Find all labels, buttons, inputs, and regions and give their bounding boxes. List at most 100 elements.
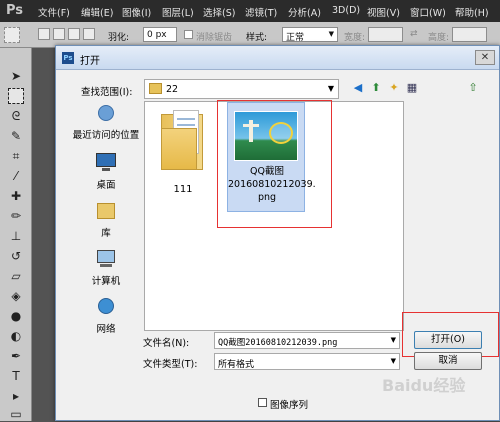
filetype-label: 文件类型(T): — [143, 359, 198, 370]
cancel-button[interactable]: 取消 — [414, 352, 482, 370]
feather-label: 羽化: — [108, 33, 130, 43]
menu-bar: Ps 文件(F) 编辑(E) 图像(I) 图层(L) 选择(S) 滤镜(T) 分… — [0, 0, 500, 22]
menu-file[interactable]: 文件(F) — [38, 5, 70, 19]
swap-icon[interactable]: ⇄ — [410, 29, 418, 39]
type-tool-icon[interactable]: T — [8, 368, 24, 384]
place-desktop[interactable]: 桌面 — [66, 153, 146, 191]
photoshop-icon: Ps — [62, 52, 74, 64]
width-input[interactable] — [368, 27, 403, 42]
style-select[interactable]: 正常 ▼ — [282, 27, 338, 43]
quick-select-tool-icon[interactable]: ✎ — [8, 128, 24, 144]
filename-label: 文件名(N): — [143, 338, 190, 349]
image-sequence-label: 图像序列 — [270, 400, 309, 411]
antialias-checkbox[interactable] — [184, 30, 193, 39]
eyedropper-tool-icon[interactable]: ⁄ — [8, 168, 24, 184]
place-recent[interactable]: 最近访问的位置 — [66, 103, 146, 141]
up-folder-icon[interactable]: ⬆ — [369, 81, 383, 95]
new-folder-icon[interactable]: ✦ — [387, 81, 401, 95]
back-icon[interactable]: ◀ — [351, 81, 365, 95]
clone-stamp-tool-icon[interactable]: ⊥ — [8, 228, 24, 244]
open-button[interactable]: 打开(O) — [414, 331, 482, 349]
feather-input[interactable]: 0 px — [143, 27, 177, 42]
file-name: 111 — [173, 184, 193, 195]
menu-view[interactable]: 视图(V) — [367, 5, 400, 19]
marquee-tool-preset-icon[interactable] — [4, 27, 20, 43]
lookin-label: 查找范围(I): — [81, 87, 133, 98]
history-brush-tool-icon[interactable]: ↺ — [8, 248, 24, 264]
paint-bucket-tool-icon[interactable]: ◈ — [8, 288, 24, 304]
chevron-down-icon: ▼ — [328, 30, 334, 38]
open-dialog: Ps 打开 ✕ 查找范围(I): 22 ▼ ◀ ⬆ ✦ ▦ ⇧ 最近访问的位置 … — [55, 45, 500, 421]
recent-places-icon — [95, 103, 117, 123]
chevron-down-icon: ▼ — [327, 84, 334, 93]
shape-tool-icon[interactable]: ▭ — [8, 406, 24, 422]
lookin-select[interactable]: 22 ▼ — [144, 79, 339, 99]
width-label: 宽度: — [344, 33, 366, 43]
menu-3d[interactable]: 3D(D) — [332, 5, 360, 16]
filetype-select[interactable]: 所有格式 ▼ — [214, 353, 400, 370]
close-button[interactable]: ✕ — [475, 50, 495, 65]
menu-select[interactable]: 选择(S) — [203, 5, 235, 19]
pen-tool-icon[interactable]: ✒ — [8, 348, 24, 364]
subtract-selection-icon[interactable] — [68, 28, 80, 40]
place-network[interactable]: 网络 — [66, 297, 146, 335]
image-sequence-checkbox[interactable] — [258, 398, 267, 407]
libraries-icon — [95, 201, 117, 221]
menu-help[interactable]: 帮助(H) — [455, 5, 489, 19]
menu-layer[interactable]: 图层(L) — [162, 5, 194, 19]
close-icon: ✕ — [480, 52, 490, 63]
watermark: Baidu经验 — [382, 376, 466, 395]
new-selection-icon[interactable] — [38, 28, 50, 40]
menu-image[interactable]: 图像(I) — [122, 5, 151, 19]
menu-filter[interactable]: 滤镜(T) — [245, 5, 277, 19]
chevron-down-icon: ▼ — [390, 357, 396, 365]
height-input[interactable] — [452, 27, 487, 42]
height-label: 高度: — [428, 33, 450, 43]
brush-tool-icon[interactable]: ✏ — [8, 208, 24, 224]
dialog-title: 打开 — [80, 56, 100, 67]
file-item-folder[interactable]: 111 — [153, 102, 213, 212]
menu-edit[interactable]: 编辑(E) — [81, 5, 113, 19]
style-label: 样式: — [246, 33, 268, 43]
filename-value: QQ截图20160810212039.png — [218, 338, 338, 348]
filename-input[interactable]: QQ截图20160810212039.png ▼ — [214, 332, 400, 349]
folder-icon — [161, 110, 203, 170]
place-label: 网络 — [96, 324, 116, 335]
place-label: 库 — [101, 228, 111, 239]
style-value: 正常 — [286, 33, 305, 43]
place-label: 桌面 — [96, 180, 116, 191]
intersect-selection-icon[interactable] — [83, 28, 95, 40]
menu-analysis[interactable]: 分析(A) — [288, 5, 321, 19]
filetype-value: 所有格式 — [218, 360, 255, 370]
add-selection-icon[interactable] — [53, 28, 65, 40]
place-libraries[interactable]: 库 — [66, 201, 146, 239]
lookin-value: 22 — [166, 84, 179, 95]
healing-brush-tool-icon[interactable]: ✚ — [8, 188, 24, 204]
dodge-tool-icon[interactable]: ◐ — [8, 328, 24, 344]
dialog-titlebar[interactable]: Ps 打开 ✕ — [56, 46, 499, 70]
eraser-tool-icon[interactable]: ▱ — [8, 268, 24, 284]
marquee-tool-icon[interactable] — [8, 88, 24, 104]
blur-tool-icon[interactable]: ● — [8, 308, 24, 324]
view-menu-icon[interactable]: ▦ — [405, 81, 419, 95]
menu-window[interactable]: 窗口(W) — [410, 5, 446, 19]
crop-tool-icon[interactable]: ⌗ — [8, 148, 24, 164]
computer-icon — [95, 249, 117, 269]
place-label: 最近访问的位置 — [72, 130, 140, 141]
network-icon — [95, 297, 117, 317]
chevron-down-icon: ▼ — [390, 336, 396, 344]
place-computer[interactable]: 计算机 — [66, 249, 146, 287]
feather-value: 0 px — [147, 30, 167, 40]
tools-panel: ➤ ᘓ ✎ ⌗ ⁄ ✚ ✏ ⊥ ↺ ▱ ◈ ● ◐ ✒ T ▸ ▭ — [0, 48, 32, 421]
folder-icon — [149, 83, 162, 94]
highlight-box-file — [217, 100, 332, 228]
photoshop-logo: Ps — [6, 3, 24, 18]
lasso-tool-icon[interactable]: ᘓ — [8, 108, 24, 124]
antialias-label: 消除锯齿 — [196, 33, 233, 43]
desktop-icon — [95, 153, 117, 173]
place-label: 计算机 — [91, 276, 121, 287]
move-tool-icon[interactable]: ➤ — [8, 68, 24, 84]
folder-up-icon[interactable]: ⇧ — [466, 81, 480, 95]
places-bar: 最近访问的位置 桌面 库 计算机 网络 — [66, 103, 146, 383]
path-select-tool-icon[interactable]: ▸ — [8, 388, 24, 404]
